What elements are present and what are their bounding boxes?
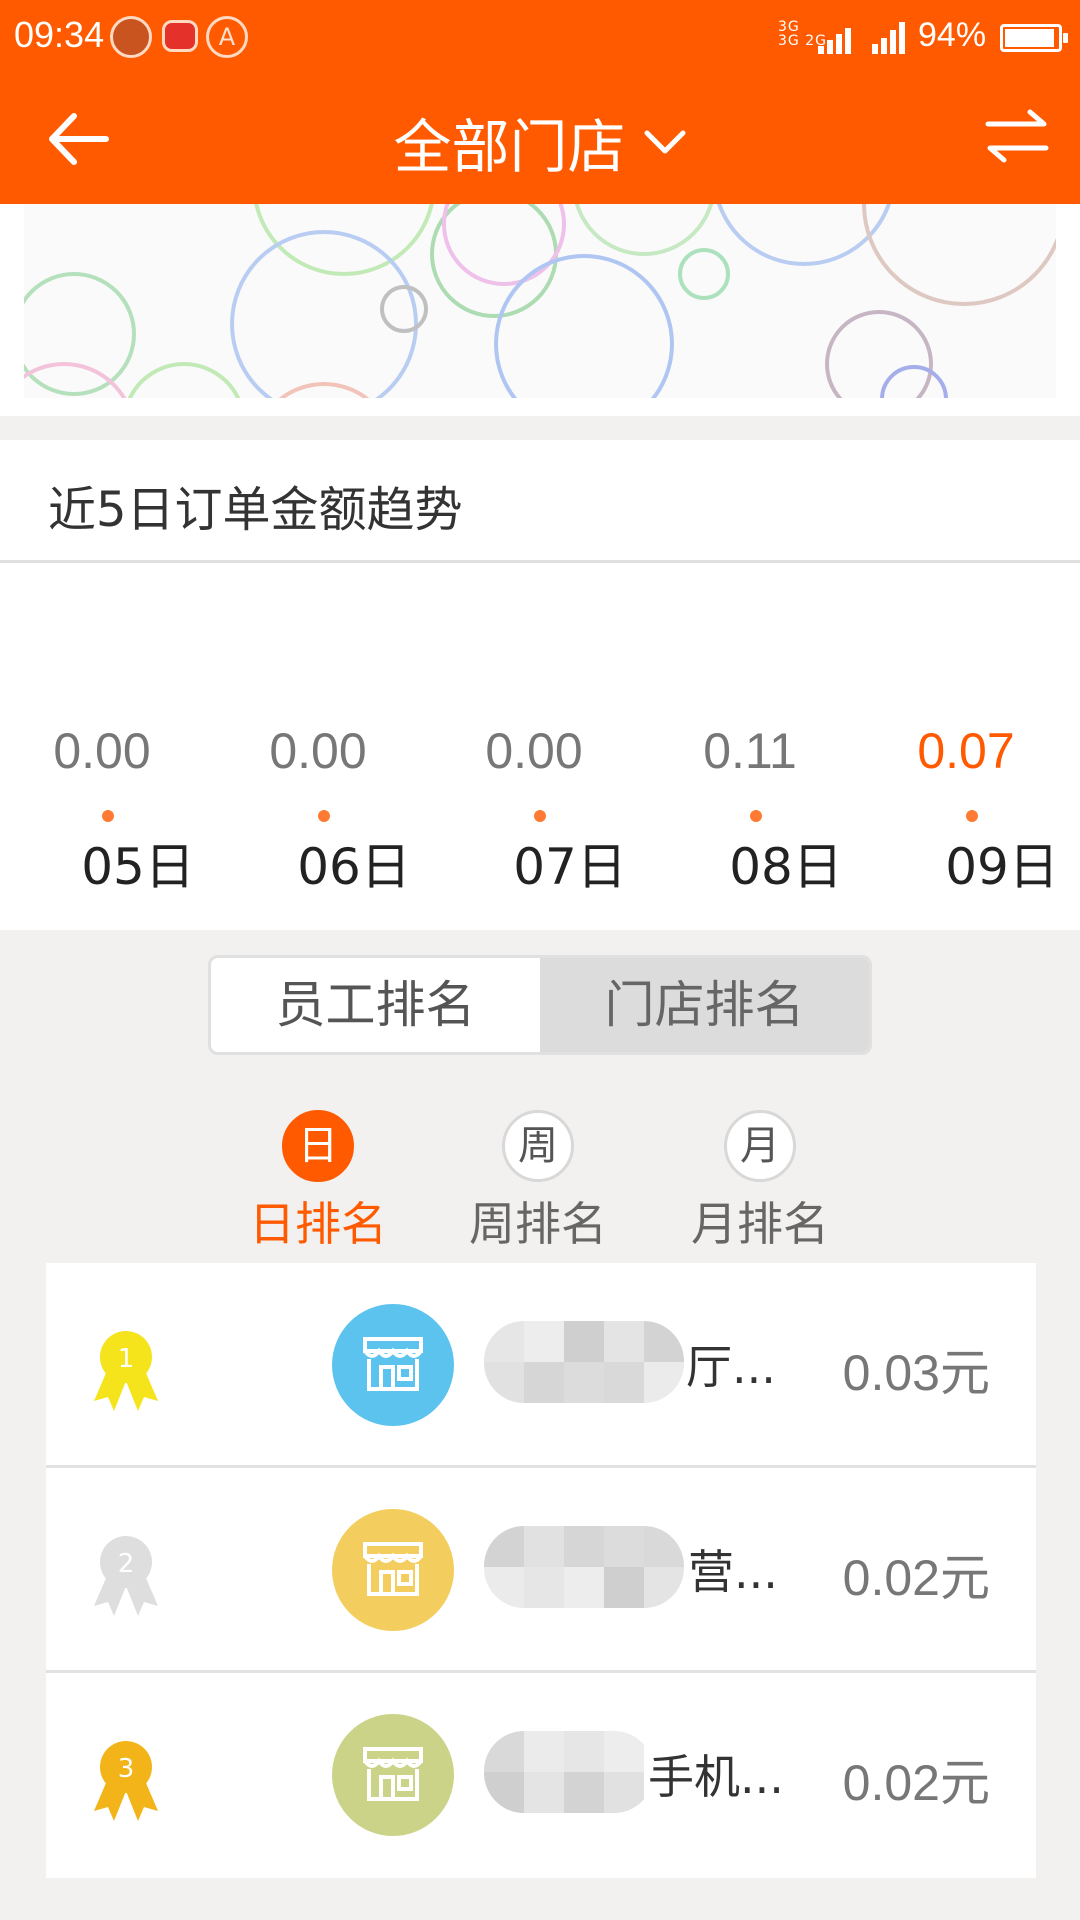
trend-point <box>750 810 762 822</box>
tab-daily-ranking[interactable]: 日 日排名 <box>228 1110 408 1254</box>
store-name: 厅... <box>686 1340 776 1394</box>
trend-point <box>318 810 330 822</box>
trend-line-chart: 0.00 05日 0.00 06日 0.00 07日 0.11 08日 0.07 09日 <box>0 723 1059 896</box>
trend-value-label: 0.11 <box>703 723 797 779</box>
banner-margin-left <box>0 204 24 416</box>
store-ranking-list: 1 厅... 0.03元 2 营... 0.02元 3 手机... 0.02元 <box>46 1263 1036 1878</box>
medal-icon: 1 <box>94 1331 158 1411</box>
trend-point <box>966 810 978 822</box>
signal-strength-icon <box>818 20 858 54</box>
list-item[interactable]: 2 营... 0.02元 <box>46 1468 1036 1673</box>
app-notification-icon <box>110 16 152 58</box>
medal-icon: 3 <box>94 1741 158 1821</box>
top-app-bar: 全部门店 <box>0 74 1080 204</box>
order-amount: 0.03元 <box>842 1345 990 1401</box>
period-label: 日排名 <box>249 1197 387 1251</box>
order-amount: 0.02元 <box>842 1550 990 1606</box>
signal-strength-icon-2 <box>872 20 912 54</box>
status-bar: 09:34 A 3G 3G 2G 94% <box>0 0 1080 74</box>
trend-value-label: 0.00 <box>269 723 366 779</box>
store-name: 手机... <box>648 1750 784 1804</box>
battery-icon <box>1000 24 1068 52</box>
trend-date-label: 09日 <box>945 838 1059 896</box>
trend-card: 近5日订单金额趋势 0.00 05日 0.00 06日 0.00 07日 0.11 08日 0.… <box>0 440 1080 930</box>
store-name: 营... <box>688 1545 778 1599</box>
rank-number: 2 <box>118 1549 135 1579</box>
news-app-icon <box>162 20 198 52</box>
period-label: 月排名 <box>691 1197 829 1251</box>
month-icon: 月 <box>724 1110 796 1182</box>
trend-value-label: 0.07 <box>917 723 1014 779</box>
trend-value-label: 0.00 <box>53 723 150 779</box>
day-icon: 日 <box>282 1110 354 1182</box>
blurred-store-name <box>484 1321 684 1403</box>
store-selector[interactable]: 全部门店 <box>0 100 1080 184</box>
tab-monthly-ranking[interactable]: 月 月排名 <box>670 1110 850 1254</box>
banner-bottom-spacer <box>0 398 1080 416</box>
list-item[interactable]: 1 厅... 0.03元 <box>46 1263 1036 1468</box>
rank-number: 3 <box>118 1754 135 1784</box>
ranking-type-toggle: 员工排名 门店排名 <box>208 955 872 1055</box>
chevron-down-icon <box>644 130 686 154</box>
network-label-3g-2: 3G <box>778 33 800 49</box>
banner-image <box>24 204 1056 398</box>
period-label: 周排名 <box>469 1197 607 1251</box>
blurred-store-name <box>484 1526 684 1608</box>
medal-icon: 2 <box>94 1536 158 1616</box>
trend-date-label: 05日 <box>81 838 195 896</box>
battery-fill <box>1005 29 1054 47</box>
store-avatar <box>332 1714 454 1836</box>
tab-weekly-ranking[interactable]: 周 周排名 <box>448 1110 628 1254</box>
store-icon <box>363 1542 423 1596</box>
store-icon <box>363 1337 423 1391</box>
banner-margin-right <box>1056 204 1080 416</box>
trend-point <box>102 810 114 822</box>
store-avatar <box>332 1304 454 1426</box>
app-store-icon: A <box>206 16 248 58</box>
order-amount: 0.02元 <box>842 1755 990 1811</box>
store-avatar <box>332 1509 454 1631</box>
swap-arrows-icon[interactable] <box>984 106 1050 166</box>
trend-date-label: 08日 <box>729 838 843 896</box>
blurred-store-name <box>484 1731 654 1813</box>
rank-number: 1 <box>118 1344 135 1374</box>
tab-employee-ranking[interactable]: 员工排名 <box>211 958 540 1052</box>
battery-percent: 94% <box>918 16 987 54</box>
trend-value-label: 0.00 <box>485 723 582 779</box>
trend-point <box>534 810 546 822</box>
bubbles-decoration <box>24 204 1056 398</box>
week-icon: 周 <box>502 1110 574 1182</box>
status-time: 09:34 <box>14 14 105 55</box>
page-title: 全部门店 <box>393 113 626 181</box>
trend-date-label: 06日 <box>297 838 411 896</box>
list-item[interactable]: 3 手机... 0.02元 <box>46 1673 1036 1878</box>
store-icon <box>363 1747 423 1801</box>
tab-store-ranking[interactable]: 门店排名 <box>540 958 869 1052</box>
trend-date-label: 07日 <box>513 838 627 896</box>
